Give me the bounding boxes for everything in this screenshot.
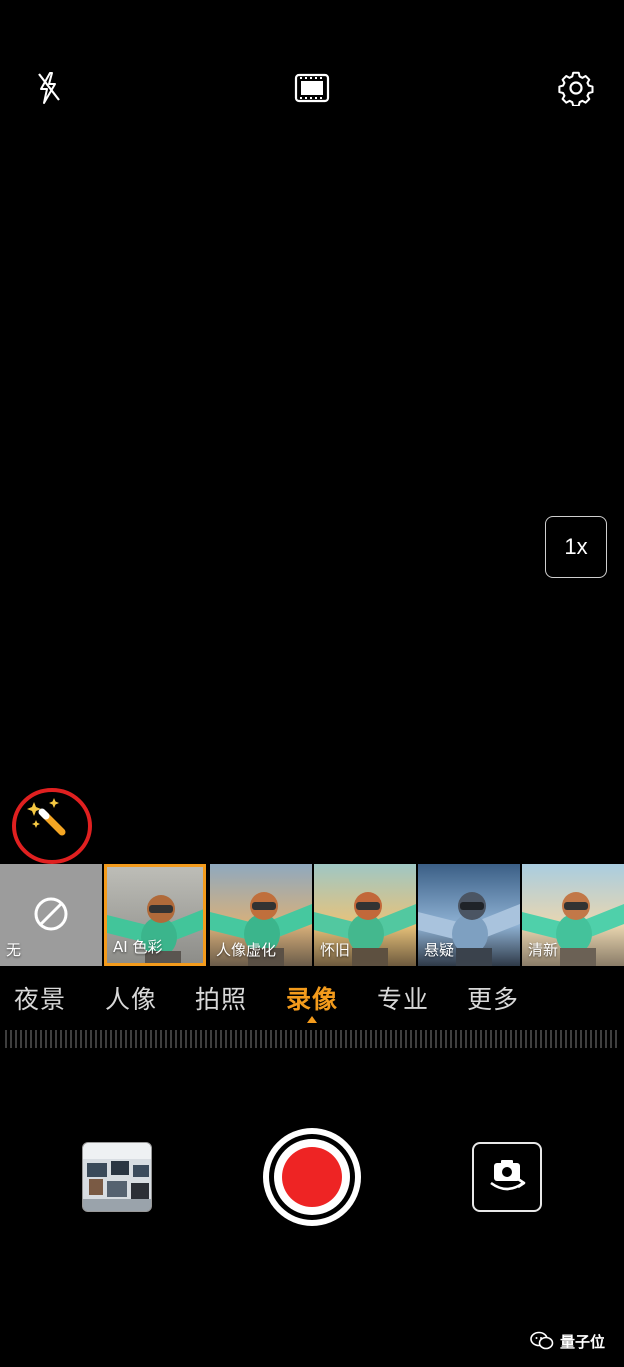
filter-label: 无 — [6, 941, 22, 959]
film-icon[interactable] — [292, 68, 332, 108]
filter-ai-color[interactable]: AI 色彩 — [104, 864, 206, 966]
record-dot — [282, 1147, 342, 1207]
filter-label: 人像虚化 — [216, 941, 277, 959]
filter-nostalgia[interactable]: 怀旧 — [314, 864, 416, 966]
ai-color-button[interactable] — [12, 786, 92, 864]
switch-camera-icon[interactable] — [472, 1142, 542, 1212]
mode-selector: 夜景 人像 拍照 录像 专业 更多 — [0, 980, 624, 1020]
filter-label: 怀旧 — [320, 941, 351, 959]
mode-pro[interactable]: 专业 — [377, 980, 429, 1016]
filter-label: 悬疑 — [424, 941, 455, 959]
watermark-text: 量子位 — [560, 1332, 606, 1351]
magic-wand-icon — [27, 798, 66, 836]
gallery-thumbnail[interactable] — [82, 1142, 152, 1212]
filter-label: 清新 — [528, 941, 559, 959]
zoom-button[interactable]: 1x — [545, 516, 607, 578]
mode-video[interactable]: 录像 — [286, 980, 338, 1016]
filter-fresh[interactable]: 清新 — [522, 864, 624, 966]
zoom-label: 1x — [564, 534, 588, 559]
filter-portrait-blur[interactable]: 人像虚化 — [210, 864, 312, 966]
gear-icon[interactable] — [556, 68, 596, 108]
record-button[interactable] — [263, 1128, 361, 1226]
mode-scroll-ticks[interactable] — [0, 1028, 624, 1050]
filter-none[interactable]: 无 — [0, 864, 102, 966]
mode-more[interactable]: 更多 — [467, 980, 519, 1016]
mode-portrait[interactable]: 人像 — [105, 980, 157, 1016]
flash-off-icon[interactable] — [28, 68, 68, 108]
filter-suspense[interactable]: 悬疑 — [418, 864, 520, 966]
filter-label: AI 色彩 — [113, 938, 163, 956]
filter-strip: 无 AI 色彩 人像虚化 怀旧 悬疑 清新 — [0, 864, 624, 966]
mode-indicator — [307, 1016, 317, 1023]
mode-night[interactable]: 夜景 — [14, 980, 66, 1016]
wechat-icon — [530, 1331, 554, 1350]
watermark: 量子位 — [530, 1326, 605, 1356]
mode-photo[interactable]: 拍照 — [195, 980, 247, 1016]
